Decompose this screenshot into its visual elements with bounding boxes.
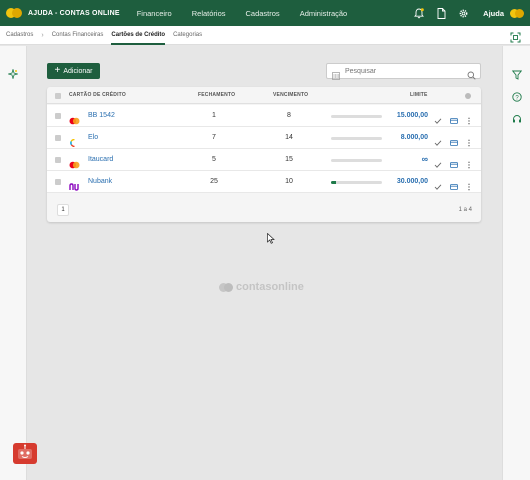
limit-value: 15.000,00 [396,112,428,119]
fullscreen-icon[interactable] [510,30,521,43]
chat-bot-button[interactable] [13,443,37,464]
settings-dot-icon[interactable] [465,93,471,99]
nav-cadastros[interactable]: Cadastros [246,9,280,18]
search-input[interactable] [345,67,460,75]
usage-bar [331,159,382,162]
table-header: CARTÃO DE CRÉDITO FECHAMENTO VENCIMENTO … [47,87,481,104]
header-limit[interactable]: LIMITE [410,92,428,98]
more-options-icon[interactable] [465,178,473,191]
usage-bar [331,181,382,184]
more-options-icon[interactable] [465,112,473,125]
breadcrumb[interactable]: Cadastros [6,32,33,38]
check-icon[interactable] [434,156,442,168]
row-checkbox[interactable] [55,157,61,163]
card-name[interactable]: BB 1542 [88,112,115,119]
table-row[interactable]: Elo 7 14 8.000,00 [47,127,481,149]
watermark-text: contasonline [236,281,304,293]
credit-card-icon[interactable] [450,156,458,168]
closing-day: 1 [212,112,216,119]
headset-support-icon[interactable] [512,111,522,123]
closing-day: 7 [212,134,216,141]
elo-brand-icon [69,134,80,148]
due-day: 14 [285,134,293,141]
usage-bar [331,137,382,140]
settings-gear-icon[interactable] [457,7,469,19]
pagination-page[interactable]: 1 [57,204,69,216]
limit-value: 8.000,00 [400,134,428,141]
nav-administracao[interactable]: Administração [300,9,348,18]
credit-card-icon[interactable] [450,134,458,146]
card-name[interactable]: Nubank [88,178,112,185]
table-row[interactable]: Nubank 25 10 30.000,00 [47,171,481,193]
table-row[interactable]: Itaucard 5 15 ∞ [47,149,481,171]
barcode-icon [332,67,340,80]
sparkle-icon[interactable] [7,66,19,80]
contasonline-watermark: contasonline [219,281,304,293]
mouse-cursor-icon [267,231,275,244]
notifications-bell-icon[interactable] [413,7,425,19]
tab-contas-financeiras[interactable]: Contas Financeiras [52,26,104,45]
nubank-icon [69,178,80,191]
add-button-label: Adicionar [63,67,93,75]
mastercard-icon [69,112,80,125]
app-logo[interactable] [6,8,22,18]
more-options-icon[interactable] [465,134,473,147]
check-icon[interactable] [434,112,442,124]
credit-card-icon[interactable] [450,178,458,190]
tab-categorias[interactable]: Categorias [173,26,202,45]
search-icon[interactable] [467,67,476,80]
help-circle-icon[interactable]: ? [512,89,522,102]
header-due[interactable]: VENCIMENTO [273,92,308,98]
header-closing[interactable]: FECHAMENTO [198,92,235,98]
closing-day: 5 [212,156,216,163]
limit-infinity: ∞ [421,154,428,164]
header-card[interactable]: CARTÃO DE CRÉDITO [69,92,126,98]
card-name[interactable]: Elo [88,134,98,141]
record-count: 1 a 4 [458,207,472,213]
help-label[interactable]: Ajuda [483,9,504,18]
select-all-checkbox[interactable] [55,93,61,99]
row-checkbox[interactable] [55,113,61,119]
row-checkbox[interactable] [55,179,61,185]
nav-financeiro[interactable]: Financeiro [137,9,172,18]
add-button[interactable]: + Adicionar [47,63,100,79]
chevron-right-icon: › [41,31,44,39]
credit-cards-table: CARTÃO DE CRÉDITO FECHAMENTO VENCIMENTO … [47,87,481,222]
top-navbar: AJUDA - CONTAS ONLINE Financeiro Relatór… [0,0,530,26]
row-checkbox[interactable] [55,135,61,141]
right-sidebar: ? [502,46,530,480]
mastercard-icon [69,156,80,169]
left-sidebar [0,46,27,480]
filter-icon[interactable] [511,67,523,80]
usage-bar-fill [331,181,337,184]
top-right-actions: Ajuda [413,0,530,26]
due-day: 8 [287,112,291,119]
check-icon[interactable] [434,134,442,146]
limit-value: 30.000,00 [396,178,428,185]
usage-bar [331,115,382,118]
sub-navbar: Cadastros › Contas Financeiras Cartões d… [0,26,530,45]
more-options-icon[interactable] [465,156,473,169]
search-box[interactable] [326,63,481,80]
credit-card-icon[interactable] [450,112,458,124]
check-icon[interactable] [434,178,442,190]
help-avatar-logo[interactable] [510,8,524,18]
table-row[interactable]: BB 1542 1 8 15.000,00 [47,105,481,127]
nav-relatorios[interactable]: Relatórios [192,9,226,18]
robot-icon [18,444,32,459]
card-name[interactable]: Itaucard [88,156,113,163]
watermark-logo-icon [219,282,233,292]
app-title: AJUDA - CONTAS ONLINE [28,9,120,17]
closing-day: 25 [210,178,218,185]
document-icon[interactable] [435,7,447,19]
main-nav: Financeiro Relatórios Cadastros Administ… [137,9,368,18]
due-day: 10 [285,178,293,185]
tab-cartoes-de-credito[interactable]: Cartões de Crédito [111,26,165,45]
plus-icon: + [54,65,61,76]
due-day: 15 [285,156,293,163]
